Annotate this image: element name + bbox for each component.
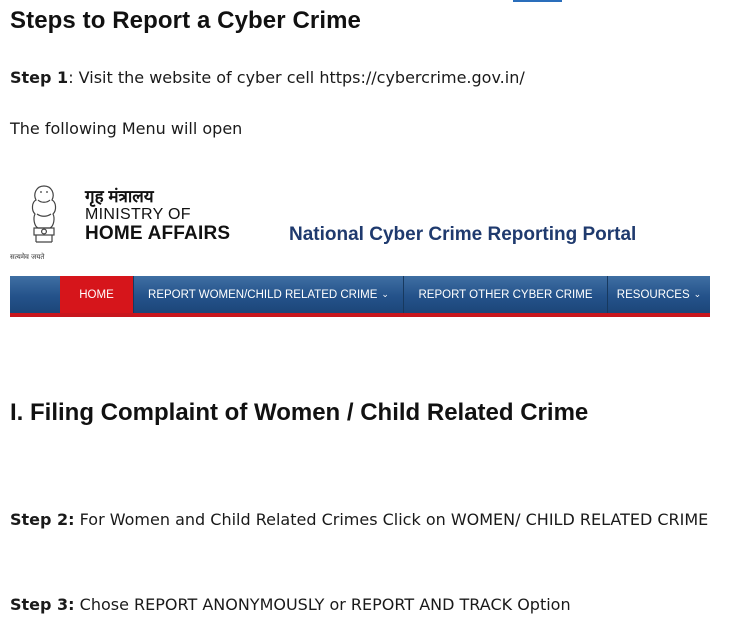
ministry-logo-text: गृह मंत्रालय MINISTRY OF HOME AFFAIRS: [85, 188, 230, 245]
ministry-line-1: MINISTRY OF: [85, 206, 191, 223]
nav-home[interactable]: HOME: [60, 276, 134, 313]
nav-resources[interactable]: RESOURCES ⌄: [608, 276, 710, 313]
page-title: Steps to Report a Cyber Crime: [10, 7, 361, 34]
nav-red-underline: [10, 313, 710, 317]
top-accent-bar: [513, 0, 562, 2]
nav-resources-label: RESOURCES: [616, 288, 690, 301]
ministry-hindi: गृह मंत्रालय: [85, 187, 154, 206]
portal-nav-bar: HOME REPORT WOMEN/CHILD RELATED CRIME ⌄ …: [10, 276, 710, 317]
nav-other-cyber-crime[interactable]: REPORT OTHER CYBER CRIME: [404, 276, 608, 313]
chevron-down-icon: ⌄: [381, 289, 389, 299]
portal-header-image: सत्यमेव जयते गृह मंत्रालय MINISTRY OF HO…: [10, 180, 710, 318]
step-3-paragraph: Step 3: Chose REPORT ANONYMOUSLY or REPO…: [10, 588, 571, 622]
chevron-down-icon: ⌄: [693, 289, 702, 299]
step-3-label: Step 3:: [10, 595, 75, 614]
ministry-line-2: HOME AFFAIRS: [85, 223, 231, 244]
menu-intro-text: The following Menu will open: [10, 119, 243, 138]
nav-women-child-crime[interactable]: REPORT WOMEN/CHILD RELATED CRIME ⌄: [134, 276, 404, 313]
step-2-text: For Women and Child Related Crimes Click…: [74, 510, 709, 529]
section-heading: I. Filing Complaint of Women / Child Rel…: [10, 399, 589, 426]
step-2-paragraph: Step 2: For Women and Child Related Crim…: [10, 503, 743, 537]
emblem-caption: सत्यमेव जयते: [10, 253, 45, 261]
portal-title: National Cyber Crime Reporting Portal: [289, 224, 637, 245]
step-2-label: Step 2:: [10, 510, 75, 529]
nav-women-child-label: REPORT WOMEN/CHILD RELATED CRIME: [148, 288, 378, 301]
step-1-text: : Visit the website of cyber cell https:…: [68, 68, 525, 87]
step-1-label: Step 1: [10, 68, 69, 87]
step-1-paragraph: Step 1: Visit the website of cyber cell …: [10, 61, 525, 95]
step-3-text: Chose REPORT ANONYMOUSLY or REPORT AND T…: [74, 595, 571, 614]
